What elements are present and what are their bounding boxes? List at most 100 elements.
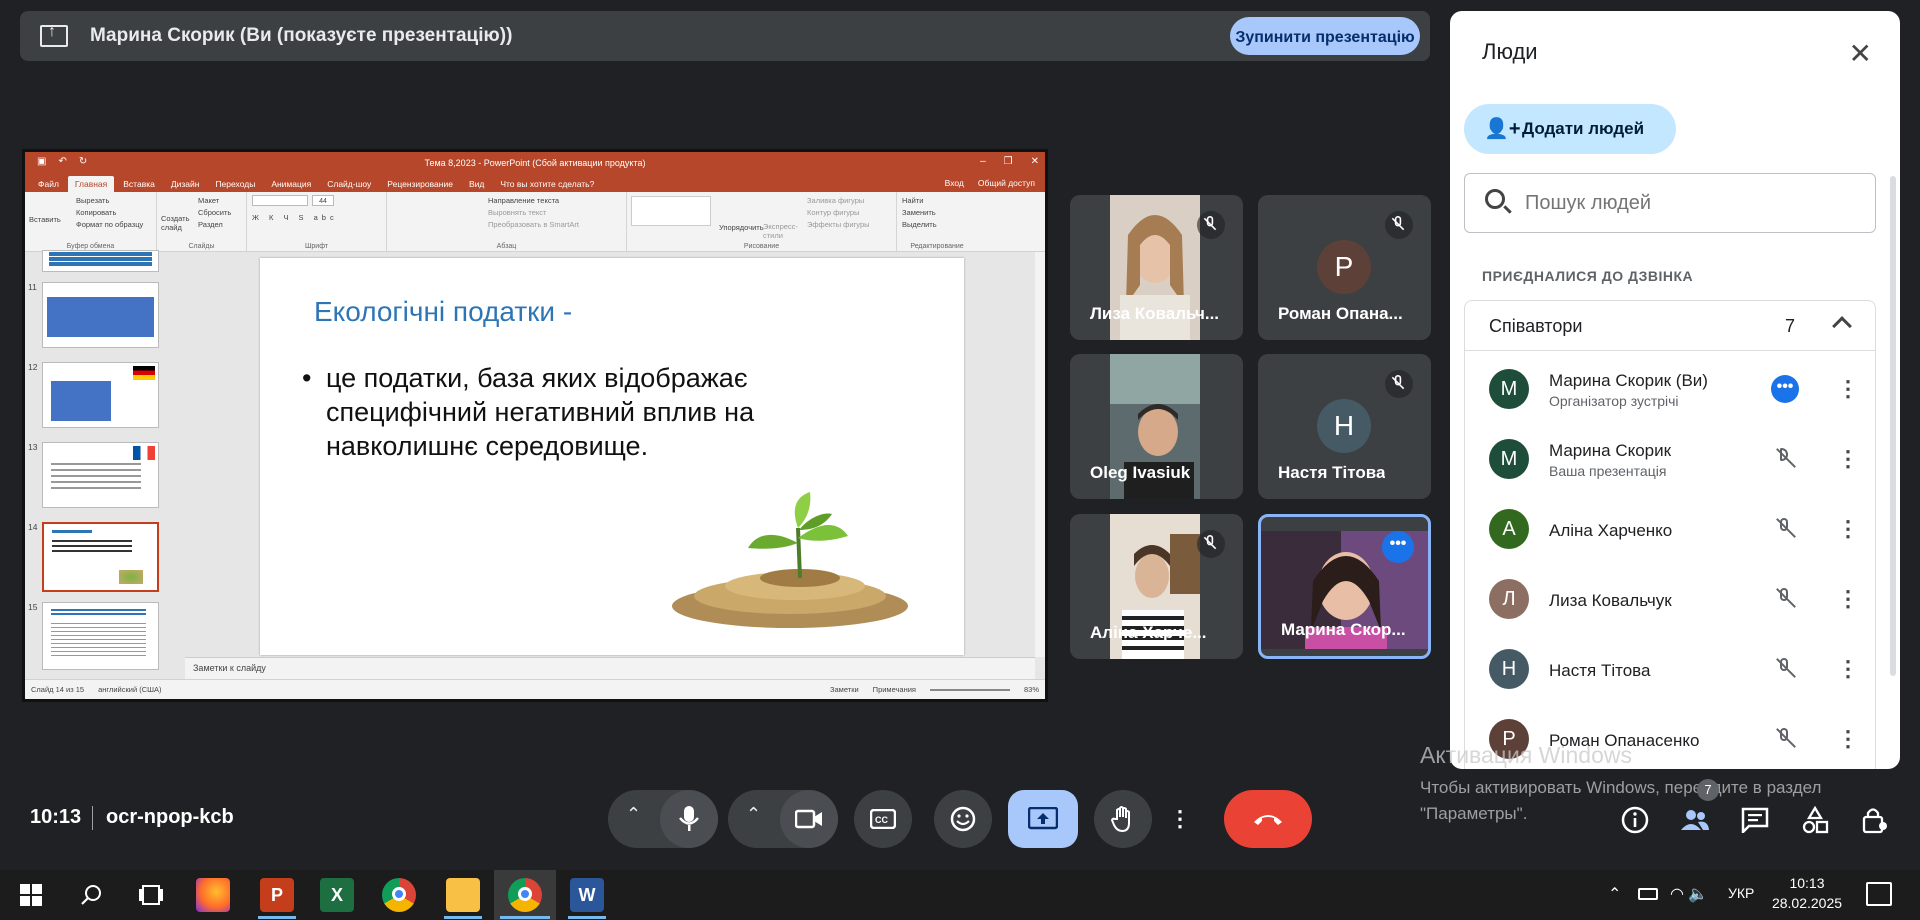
slide-thumbnail[interactable] (42, 282, 159, 348)
mic-off-icon[interactable] (1771, 515, 1799, 543)
font-size-box[interactable]: 44 (312, 195, 334, 206)
participant-list-item[interactable]: Н Настя Тітова ⋮ (1489, 641, 1869, 701)
share-link[interactable]: Общий доступ (978, 178, 1035, 188)
word-icon[interactable]: W (570, 878, 604, 912)
participant-list-item[interactable]: Л Лиза Ковальчук ⋮ (1489, 571, 1869, 631)
more-options-icon[interactable]: ⋮ (1837, 375, 1859, 403)
comments-toggle[interactable]: Примечания (873, 685, 916, 694)
reset-button[interactable]: Сбросить (198, 207, 241, 219)
replace-button[interactable]: Заменить (902, 207, 972, 219)
find-button[interactable]: Найти (902, 195, 972, 207)
tell-me-box[interactable]: Что вы хотите сделать? (493, 176, 601, 192)
language-indicator[interactable]: УКР (1728, 885, 1754, 901)
chrome-profile-icon[interactable] (508, 878, 542, 912)
section-button[interactable]: Раздел (198, 219, 241, 231)
excel-icon[interactable]: X (320, 878, 354, 912)
more-options-icon[interactable]: ⋮ (1837, 655, 1859, 683)
tab-file[interactable]: Файл (31, 176, 66, 192)
volume-icon[interactable]: 🔈 (1688, 884, 1708, 904)
stop-presenting-button[interactable]: Зупинити презентацію (1230, 17, 1420, 55)
panel-scrollbar[interactable] (1890, 176, 1896, 676)
shape-effects-button[interactable]: Эффекты фигуры (807, 219, 870, 231)
chevron-up-icon[interactable]: ⌃ (1608, 884, 1621, 904)
close-window-icon[interactable]: ✕ (1031, 156, 1039, 167)
mic-off-icon[interactable] (1771, 585, 1799, 613)
zoom-level[interactable]: 83% (1024, 685, 1039, 694)
chevron-up-icon[interactable]: ⌃ (746, 804, 761, 825)
arrange-button[interactable]: Упорядочить (719, 222, 764, 234)
tab-design[interactable]: Дизайн (164, 176, 207, 192)
captions-button[interactable]: CC (854, 790, 912, 848)
microphone-button[interactable] (660, 790, 718, 848)
emoji-button[interactable] (934, 790, 992, 848)
redo-icon[interactable]: ↻ (79, 156, 87, 167)
shapes-gallery[interactable] (631, 196, 711, 226)
smartart-button[interactable]: Преобразовать в SmartArt (488, 219, 621, 231)
collaborators-header[interactable]: Співавтори 7 (1465, 301, 1875, 351)
tab-slideshow[interactable]: Слайд-шоу (320, 176, 378, 192)
slide-thumbnail[interactable] (42, 362, 159, 428)
slide-canvas[interactable]: Екологічні податки - • це податки, база … (260, 258, 964, 655)
format-painter-button[interactable]: Формат по образцу (76, 219, 151, 231)
tab-review[interactable]: Рецензирование (380, 176, 460, 192)
notes-pane[interactable]: Заметки к слайду (185, 657, 1035, 679)
cut-button[interactable]: Вырезать (76, 195, 151, 207)
wifi-icon[interactable]: ◠ (1670, 884, 1684, 904)
more-options-icon[interactable]: ⋮ (1837, 725, 1859, 753)
file-explorer-icon[interactable] (446, 878, 480, 912)
search-people[interactable] (1464, 173, 1876, 233)
copy-button[interactable]: Копировать (76, 207, 151, 219)
ppt-vertical-scrollbar[interactable] (1035, 252, 1045, 657)
language-indicator[interactable]: английский (США) (98, 685, 161, 694)
participant-tile[interactable]: Oleg Ivasiuk (1070, 354, 1243, 499)
mic-off-icon[interactable] (1771, 655, 1799, 683)
notes-toggle[interactable]: Заметки (830, 685, 859, 694)
slide-thumbnail[interactable] (42, 250, 159, 272)
tab-home[interactable]: Главная (67, 176, 115, 192)
tab-view[interactable]: Вид (462, 176, 491, 192)
participant-tile[interactable]: Аліна Харче... (1070, 514, 1243, 659)
more-options-icon[interactable]: ••• (1382, 531, 1414, 563)
select-button[interactable]: Выделить (902, 219, 972, 231)
more-options-icon[interactable]: ⋮ (1837, 445, 1859, 473)
chevron-up-icon[interactable] (1832, 316, 1852, 336)
more-options-icon[interactable]: ⋮ (1837, 585, 1859, 613)
system-clock[interactable]: 10:13 28.02.2025 (1770, 873, 1844, 913)
camera-button[interactable] (780, 790, 838, 848)
firefox-icon[interactable] (196, 878, 230, 912)
shape-fill-button[interactable]: Заливка фигуры (807, 195, 870, 207)
add-people-button[interactable]: 👤+ Додати людей (1464, 104, 1676, 154)
align-text-button[interactable]: Выровнять текст (488, 207, 621, 219)
participant-list-item[interactable]: А Аліна Харченко ⋮ (1489, 501, 1869, 561)
tab-insert[interactable]: Вставка (116, 176, 162, 192)
font-style-buttons[interactable]: Ж К Ч S abc (252, 212, 381, 224)
quick-styles-button[interactable]: Экспресс-стили (763, 222, 803, 240)
audio-off-icon[interactable] (1771, 445, 1799, 473)
slide-thumbnail-selected[interactable] (42, 522, 159, 592)
battery-icon[interactable] (1638, 888, 1658, 900)
more-options-icon[interactable]: ⋮ (1160, 790, 1200, 848)
close-panel-button[interactable]: ✕ (1849, 37, 1872, 70)
participant-tile-self[interactable]: ••• Марина Скор... (1258, 514, 1431, 659)
search-icon[interactable] (74, 878, 108, 912)
participant-tile[interactable]: Лиза Ковальч... (1070, 195, 1243, 340)
font-name-box[interactable] (252, 195, 308, 206)
save-icon[interactable]: ▣ (37, 156, 46, 167)
layout-button[interactable]: Макет (198, 195, 241, 207)
minimize-icon[interactable]: – (980, 156, 986, 167)
people-icon[interactable] (1678, 803, 1712, 837)
slide-thumbnail[interactable] (42, 602, 159, 670)
raise-hand-button[interactable] (1094, 790, 1152, 848)
notifications-icon[interactable] (1866, 882, 1892, 906)
info-icon[interactable] (1618, 803, 1652, 837)
shape-outline-button[interactable]: Контур фигуры (807, 207, 870, 219)
restore-icon[interactable]: ❐ (1004, 156, 1013, 167)
search-people-input[interactable] (1525, 188, 1855, 218)
participant-tile[interactable]: Н Настя Тітова (1258, 354, 1431, 499)
activities-icon[interactable] (1798, 803, 1832, 837)
participant-list-item[interactable]: М Марина Скорик Ваша презентація ⋮ (1489, 431, 1869, 491)
new-slide-button[interactable]: Создать слайд (161, 214, 191, 232)
leave-call-button[interactable] (1224, 790, 1312, 848)
signin-link[interactable]: Вход (945, 178, 964, 188)
more-options-icon[interactable]: ⋮ (1837, 515, 1859, 543)
